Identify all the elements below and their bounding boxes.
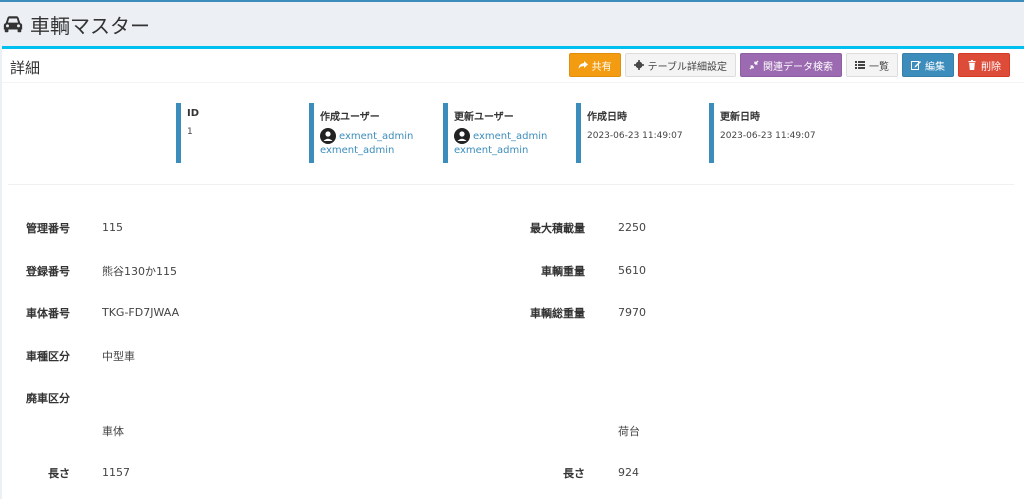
meta-created-user-label: 作成ユーザー <box>320 112 380 123</box>
compress-icon <box>749 60 759 70</box>
share-icon <box>578 61 588 69</box>
trash-icon <box>968 60 976 70</box>
edit-icon <box>911 61 921 70</box>
list-icon <box>855 61 865 69</box>
gear-icon <box>633 60 644 70</box>
body-length-label: 長さ <box>48 467 70 480</box>
table-settings-button[interactable]: テーブル詳細設定 <box>624 53 736 77</box>
meta-created-at-value: 2023-06-23 11:49:07 <box>587 131 683 141</box>
created-user-line: exment_admin <box>320 128 434 144</box>
meta-updated-user: 更新ユーザー exment_admin exment_admin <box>443 103 568 163</box>
related-search-button[interactable]: 関連データ検索 <box>740 53 842 77</box>
created-user-link-secondary[interactable]: exment_admin <box>320 145 434 156</box>
bed-length-label: 長さ <box>563 467 585 480</box>
list-label: 一覧 <box>869 61 889 73</box>
gross-label: 車輌総重量 <box>530 307 585 320</box>
kanri-value: 115 <box>102 221 123 234</box>
updated-user-link-secondary[interactable]: exment_admin <box>454 145 568 156</box>
meta-created-at: 作成日時 2023-06-23 11:49:07 <box>576 103 701 163</box>
page-title: 車輌マスター <box>30 13 150 38</box>
delete-label: 削除 <box>981 61 1001 73</box>
shatai-value: TKG-FD7JWAA <box>102 306 180 319</box>
table-settings-label: テーブル詳細設定 <box>647 61 727 73</box>
meta-id-label: ID <box>187 108 200 119</box>
max-load-value: 2250 <box>618 221 646 234</box>
bed-length-value: 924 <box>618 466 639 479</box>
detail-box: 詳細 共有 テーブル詳細設定 関連データ検索 一覧 編集 削除 ID 1 作成ユ… <box>2 46 1024 499</box>
meta-updated-at-value: 2023-06-23 11:49:07 <box>720 131 816 141</box>
edit-label: 編集 <box>925 61 945 73</box>
box-header: 詳細 共有 テーブル詳細設定 関連データ検索 一覧 編集 削除 <box>2 49 1024 83</box>
kanri-label: 管理番号 <box>26 222 70 235</box>
meta-created-user: 作成ユーザー exment_admin exment_admin <box>309 103 434 163</box>
max-load-label: 最大積載量 <box>530 222 585 235</box>
share-label: 共有 <box>591 61 612 73</box>
updated-user-link[interactable]: exment_admin <box>473 131 547 142</box>
weight-value: 5610 <box>618 264 646 277</box>
weight-label: 車輌重量 <box>541 265 585 278</box>
body-section-label: 車体 <box>102 425 124 438</box>
meta-created-at-label: 作成日時 <box>587 112 627 123</box>
list-button[interactable]: 一覧 <box>846 53 898 77</box>
toroku-label: 登録番号 <box>26 265 70 278</box>
body-length-value: 1157 <box>102 466 130 479</box>
meta-id: ID 1 <box>176 103 301 163</box>
updated-user-line: exment_admin <box>454 128 568 144</box>
meta-updated-at-label: 更新日時 <box>720 112 760 123</box>
shatai-label: 車体番号 <box>26 307 70 320</box>
bed-section-label: 荷台 <box>618 425 640 438</box>
toroku-value: 熊谷130か115 <box>102 265 177 278</box>
car-icon <box>3 16 23 33</box>
avatar-icon <box>454 128 470 144</box>
meta-row: ID 1 作成ユーザー exment_admin exment_admin 更新… <box>2 103 1024 165</box>
delete-button[interactable]: 削除 <box>958 53 1010 77</box>
edit-button[interactable]: 編集 <box>902 53 954 77</box>
gross-value: 7970 <box>618 306 646 319</box>
shashu-label: 車種区分 <box>26 350 70 363</box>
shashu-value: 中型車 <box>102 350 135 363</box>
related-search-label: 関連データ検索 <box>763 61 833 73</box>
avatar-icon <box>320 128 336 144</box>
divider <box>8 184 1014 185</box>
meta-updated-user-label: 更新ユーザー <box>454 112 514 123</box>
page-header: 車輌マスター <box>0 2 1024 46</box>
created-user-link[interactable]: exment_admin <box>339 131 413 142</box>
haisha-label: 廃車区分 <box>26 392 70 405</box>
toolbar: 共有 テーブル詳細設定 関連データ検索 一覧 編集 削除 <box>568 53 1010 77</box>
share-button[interactable]: 共有 <box>568 53 621 77</box>
box-title: 詳細 <box>10 59 41 77</box>
meta-id-value: 1 <box>187 127 193 137</box>
meta-updated-at: 更新日時 2023-06-23 11:49:07 <box>709 103 834 163</box>
